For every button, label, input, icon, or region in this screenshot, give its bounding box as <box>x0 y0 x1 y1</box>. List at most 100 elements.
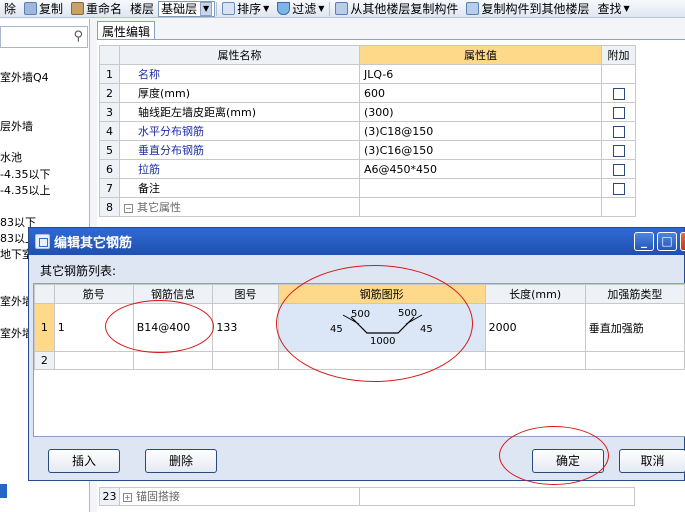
row-number: 2 <box>34 351 55 370</box>
tree-item[interactable]: 室外墙Q4 <box>0 69 49 85</box>
property-value[interactable]: (3)C16@150 <box>359 140 602 160</box>
angle-left-label: 45 <box>330 324 343 335</box>
rebar-shape-cell[interactable] <box>277 351 486 370</box>
copy-to-other-floor-button[interactable]: 复制构件到其他楼层 <box>462 0 593 17</box>
extra-cell <box>601 140 636 160</box>
reinforcement-type-cell[interactable] <box>584 351 685 370</box>
chevron-down-icon[interactable]: ▼ <box>200 1 213 16</box>
edit-other-rebar-dialog: 编辑其它钢筋 _ □ 其它钢筋列表: 筋号 钢筋信息 图号 钢筋图形 长度(mm… <box>28 227 685 481</box>
extra-checkbox[interactable] <box>612 163 625 176</box>
property-value[interactable]: JLQ-6 <box>359 64 602 84</box>
extra-cell <box>601 121 636 141</box>
property-group[interactable]: + 锚固搭接 <box>120 488 360 505</box>
floor-select[interactable]: 基础层 ▼ <box>158 0 216 17</box>
table-row[interactable]: 23 + 锚固搭接 <box>99 487 635 506</box>
property-group[interactable]: − 其它属性 <box>119 197 360 217</box>
filter-label: 过滤 <box>292 2 317 16</box>
caret-down-icon: ▼ <box>318 4 325 13</box>
rebar-info-cell[interactable]: B14@400 <box>132 303 214 352</box>
table-row[interactable]: 7 备注 <box>99 178 636 198</box>
property-name: 其它属性 <box>137 201 181 214</box>
extra-cell <box>601 64 636 84</box>
sort-label: 排序 <box>237 2 262 16</box>
length-cell[interactable] <box>484 351 586 370</box>
ok-button[interactable]: 确定 <box>532 449 604 473</box>
collapse-icon[interactable]: − <box>124 203 133 213</box>
app-icon <box>35 234 50 249</box>
length-cell[interactable]: 2000 <box>484 303 586 352</box>
table-row[interactable]: 8 − 其它属性 <box>99 197 636 217</box>
copy-button[interactable]: 复制 <box>20 0 67 17</box>
rename-button[interactable]: 重命名 <box>67 0 126 17</box>
tree-item[interactable]: -4.35以下 <box>0 166 50 182</box>
rebar-list-label: 其它钢筋列表: <box>40 264 117 278</box>
filter-icon <box>277 2 291 15</box>
main-toolbar: 除 复制 重命名 楼层 基础层 ▼ 排序 ▼ 过滤 ▼ 从其他楼层复制构件 复制构件到… <box>0 0 685 18</box>
table-row[interactable]: 1 名称 JLQ-6 <box>99 64 636 84</box>
figure-no-header: 图号 <box>212 284 279 304</box>
property-name: 轴线距左墙皮距离(mm) <box>119 102 360 122</box>
table-row[interactable]: 2 厚度(mm) 600 <box>99 83 636 103</box>
extra-checkbox[interactable] <box>612 125 625 138</box>
tree-search-input[interactable]: ⚲ <box>0 26 88 48</box>
minimize-icon[interactable]: _ <box>634 232 654 251</box>
property-value[interactable] <box>359 178 602 198</box>
expand-icon[interactable]: + <box>123 492 132 502</box>
extra-cell <box>601 197 636 217</box>
close-icon[interactable] <box>680 232 685 251</box>
property-value[interactable]: (3)C18@150 <box>359 121 602 141</box>
extra-header: 附加 <box>601 45 636 65</box>
tab-property-edit[interactable]: 属性编辑 <box>97 21 155 39</box>
property-name: 备注 <box>119 178 360 198</box>
insert-button[interactable]: 插入 <box>48 449 120 473</box>
rebar-info-cell[interactable] <box>132 351 214 370</box>
property-value[interactable]: (300) <box>359 102 602 122</box>
rebar-shape-cell[interactable]: 45 45 500 500 1000 <box>277 303 486 352</box>
extra-checkbox[interactable] <box>612 87 625 100</box>
property-name: 拉筋 <box>119 159 360 179</box>
figure-no-cell[interactable]: 133 <box>212 303 279 352</box>
figure-no-cell[interactable] <box>212 351 279 370</box>
extra-cell <box>601 102 636 122</box>
extra-checkbox[interactable] <box>612 144 625 157</box>
table-row[interactable]: 6 拉筋 A6@450*450 <box>99 159 636 179</box>
extra-checkbox[interactable] <box>612 106 625 119</box>
rebar-shape-diagram: 45 45 500 500 1000 <box>330 308 433 347</box>
search-icon[interactable]: ⚲ <box>73 29 83 44</box>
table-row[interactable]: 5 垂直分布钢筋 (3)C16@150 <box>99 140 636 160</box>
dialog-title-bar[interactable]: 编辑其它钢筋 _ □ <box>29 228 685 255</box>
copy-label: 复制 <box>39 2 64 16</box>
find-button[interactable]: 查找 ▼ <box>593 0 633 17</box>
rebar-grid: 筋号 钢筋信息 图号 钢筋图形 长度(mm) 加强筋类型 1 1 B14@400… <box>33 283 685 437</box>
table-row[interactable]: 4 水平分布钢筋 (3)C18@150 <box>99 121 636 141</box>
extra-checkbox[interactable] <box>612 182 625 195</box>
delete-row-button[interactable]: 删除 <box>145 449 217 473</box>
bar-no-cell[interactable]: 1 <box>53 303 134 352</box>
row-number: 2 <box>99 83 120 103</box>
tree-item[interactable]: 水池 <box>0 149 22 165</box>
reinforcement-type-cell[interactable]: 垂直加强筋 <box>584 303 685 352</box>
row-number: 8 <box>99 197 120 217</box>
filter-button[interactable]: 过滤 ▼ <box>273 0 328 17</box>
sort-button[interactable]: 排序 ▼ <box>218 0 273 17</box>
tree-item[interactable]: -4.35以上 <box>0 182 50 198</box>
maximize-icon[interactable]: □ <box>657 232 677 251</box>
tree-item[interactable]: 层外墙 <box>0 118 33 134</box>
property-value[interactable]: 600 <box>359 83 602 103</box>
row-number: 1 <box>34 303 55 352</box>
delete-label: 除 <box>4 2 17 16</box>
table-row[interactable]: 3 轴线距左墙皮距离(mm) (300) <box>99 102 636 122</box>
cancel-button[interactable]: 取消 <box>619 449 685 473</box>
copy-from-other-floor-button[interactable]: 从其他楼层复制构件 <box>331 0 462 17</box>
bar-no-cell[interactable] <box>53 351 134 370</box>
table-row[interactable]: 1 1 B14@400 133 45 45 500 500 1000 2000 … <box>34 303 685 352</box>
length-header: 长度(mm) <box>484 284 586 304</box>
copy-from-other-label: 从其他楼层复制构件 <box>350 2 459 16</box>
rebar-table: 筋号 钢筋信息 图号 钢筋图形 长度(mm) 加强筋类型 1 1 B14@400… <box>34 284 685 370</box>
property-table: 属性名称 属性值 附加 1 名称 JLQ-6 2 厚度(mm) 600 3 轴线… <box>99 45 636 217</box>
delete-button[interactable]: 除 <box>0 0 20 17</box>
property-value[interactable]: A6@450*450 <box>359 159 602 179</box>
row-number: 23 <box>100 488 120 505</box>
segment-right-label: 500 <box>398 308 417 319</box>
table-row[interactable]: 2 <box>34 351 685 370</box>
